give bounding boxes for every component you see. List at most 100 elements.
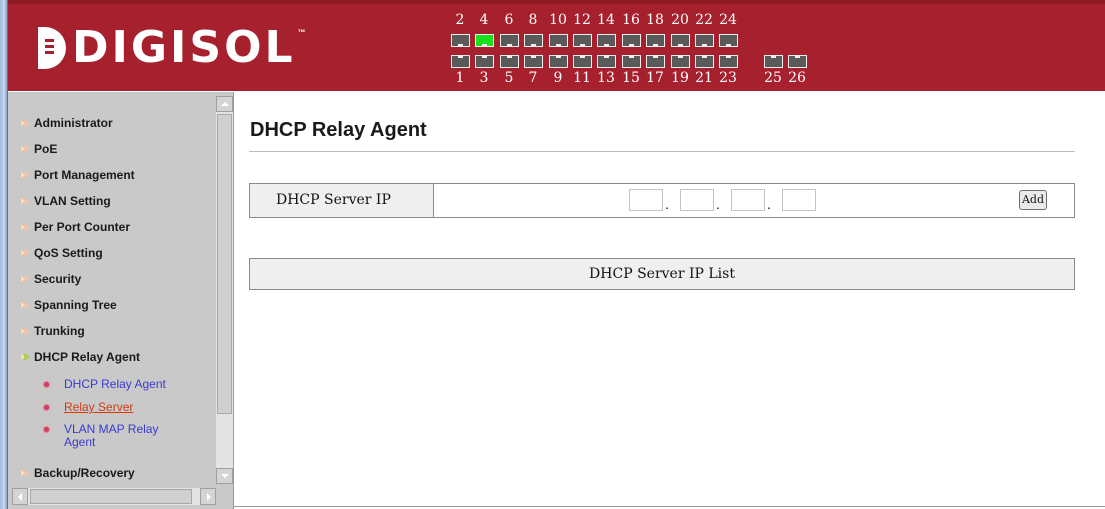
port-number-23: 23 xyxy=(719,70,737,86)
port-26-icon[interactable] xyxy=(788,55,807,68)
port-10-icon[interactable] xyxy=(549,34,568,47)
sidebar-item-label: Per Port Counter xyxy=(34,220,131,234)
port-number-20: 20 xyxy=(671,12,689,28)
page-title: DHCP Relay Agent xyxy=(250,119,427,141)
port-number-26: 26 xyxy=(788,70,806,86)
sidebar-item-qos-setting[interactable]: QoS Setting xyxy=(21,246,103,260)
ip-octet-4-input[interactable] xyxy=(782,189,816,211)
down-arrow-icon xyxy=(221,474,229,478)
port-17-icon[interactable] xyxy=(646,55,665,68)
port-16-icon[interactable] xyxy=(622,34,641,47)
port-18-icon[interactable] xyxy=(646,34,665,47)
sub-item-vlan-map-relay-agent[interactable]: VLAN MAP Relay Agent xyxy=(64,423,174,449)
arrow-icon xyxy=(21,275,30,283)
scroll-up-button[interactable] xyxy=(216,96,233,112)
sidebar-item-backup-recovery[interactable]: Backup/Recovery xyxy=(21,466,135,480)
port-14-icon[interactable] xyxy=(597,34,616,47)
bottom-divider xyxy=(234,506,1105,507)
arrow-icon xyxy=(21,119,30,127)
port-9-icon[interactable] xyxy=(549,55,568,68)
port-12-icon[interactable] xyxy=(573,34,592,47)
sub-item-relay-server[interactable]: Relay Server xyxy=(64,401,174,414)
port-number-6: 6 xyxy=(504,12,514,28)
port-7-icon[interactable] xyxy=(524,55,543,68)
port-number-21: 21 xyxy=(695,70,713,86)
logo-mark-icon xyxy=(38,27,66,69)
port-6-icon[interactable] xyxy=(500,34,519,47)
sidebar-vertical-scrollbar[interactable] xyxy=(216,96,233,484)
port-1-icon[interactable] xyxy=(451,55,470,68)
port-22-icon[interactable] xyxy=(695,34,714,47)
sidebar-item-label: QoS Setting xyxy=(34,246,103,260)
logo-text: DIGISOL xyxy=(72,22,296,73)
arrow-icon xyxy=(21,197,30,205)
port-15-icon[interactable] xyxy=(622,55,641,68)
header-top-strip xyxy=(8,0,1105,4)
bullet-icon xyxy=(43,404,50,411)
sidebar-item-label: Administrator xyxy=(34,116,113,130)
port-number-1: 1 xyxy=(455,70,465,86)
ip-separator: . xyxy=(665,196,669,212)
ip-separator: . xyxy=(716,196,720,212)
scroll-thumb[interactable] xyxy=(217,114,232,414)
sidebar-item-poe[interactable]: PoE xyxy=(21,142,58,156)
arrow-icon xyxy=(21,327,30,335)
port-number-18: 18 xyxy=(646,12,664,28)
port-number-19: 19 xyxy=(671,70,689,86)
sub-item-dhcp-relay-agent[interactable]: DHCP Relay Agent xyxy=(64,378,174,391)
port-2-icon[interactable] xyxy=(451,34,470,47)
arrow-icon xyxy=(21,249,30,257)
sidebar-item-per-port-counter[interactable]: Per Port Counter xyxy=(21,220,131,234)
arrow-icon xyxy=(21,145,30,153)
port-13-icon[interactable] xyxy=(597,55,616,68)
port-8-icon[interactable] xyxy=(524,34,543,47)
ip-octet-3-input[interactable] xyxy=(731,189,765,211)
arrow-icon xyxy=(21,171,30,179)
arrow-open-icon xyxy=(21,353,30,361)
port-21-icon[interactable] xyxy=(695,55,714,68)
port-number-7: 7 xyxy=(528,70,538,86)
ip-octet-2-input[interactable] xyxy=(680,189,714,211)
sidebar-item-administrator[interactable]: Administrator xyxy=(21,116,113,130)
sidebar-item-trunking[interactable]: Trunking xyxy=(21,324,85,338)
sidebar-item-label: PoE xyxy=(34,142,58,156)
port-number-5: 5 xyxy=(504,70,514,86)
port-19-icon[interactable] xyxy=(671,55,690,68)
port-4-icon[interactable] xyxy=(475,34,494,47)
port-23-icon[interactable] xyxy=(719,55,738,68)
port-number-13: 13 xyxy=(597,70,615,86)
sidebar-item-spanning-tree[interactable]: Spanning Tree xyxy=(21,298,117,312)
port-3-icon[interactable] xyxy=(475,55,494,68)
scroll-down-button[interactable] xyxy=(216,468,233,484)
arrow-icon xyxy=(21,301,30,309)
add-button[interactable]: Add xyxy=(1019,190,1047,210)
sidebar: Administrator PoE Port Management VLAN S… xyxy=(8,92,234,509)
port-number-15: 15 xyxy=(622,70,640,86)
server-ip-form: DHCP Server IP . . . Add xyxy=(249,183,1075,218)
sidebar-item-vlan-setting[interactable]: VLAN Setting xyxy=(21,194,111,208)
sidebar-item-label: DHCP Relay Agent xyxy=(34,350,141,364)
bullet-icon xyxy=(43,381,50,388)
scroll-thumb[interactable] xyxy=(30,489,192,504)
left-arrow-icon xyxy=(18,493,22,501)
ip-octet-1-input[interactable] xyxy=(629,189,663,211)
port-number-4: 4 xyxy=(479,12,489,28)
sidebar-item-security[interactable]: Security xyxy=(21,272,81,286)
digisol-logo: DIGISOL ™ xyxy=(38,22,306,74)
port-5-icon[interactable] xyxy=(500,55,519,68)
window-edge xyxy=(0,0,7,509)
sidebar-item-dhcp-relay-agent[interactable]: DHCP Relay Agent xyxy=(21,350,141,364)
sidebar-item-port-management[interactable]: Port Management xyxy=(21,168,135,182)
port-25-icon[interactable] xyxy=(764,55,783,68)
title-divider xyxy=(249,151,1075,152)
sidebar-item-label: Backup/Recovery xyxy=(34,466,135,480)
port-24-icon[interactable] xyxy=(719,34,738,47)
sidebar-horizontal-scrollbar[interactable] xyxy=(12,488,216,505)
port-number-14: 14 xyxy=(597,12,615,28)
sidebar-item-label: Port Management xyxy=(34,168,135,182)
scroll-left-button[interactable] xyxy=(12,488,28,505)
port-20-icon[interactable] xyxy=(671,34,690,47)
port-11-icon[interactable] xyxy=(573,55,592,68)
scroll-right-button[interactable] xyxy=(200,488,216,505)
right-arrow-icon xyxy=(207,493,211,501)
